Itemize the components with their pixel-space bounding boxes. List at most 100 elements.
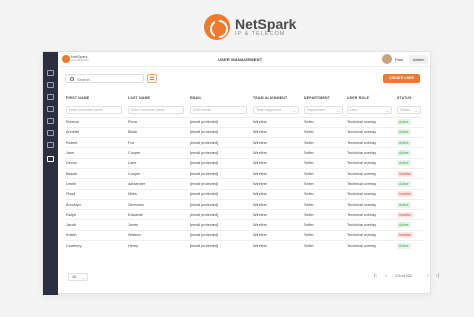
column-header[interactable]: STATUS — [396, 93, 423, 103]
table-cell: [email protected] — [189, 126, 252, 138]
status-cell: Active — [396, 219, 423, 231]
table-cell: Technical overlay — [346, 198, 396, 210]
table-cell: Wireline — [252, 178, 303, 190]
chevron-down-icon: ⌄ — [81, 275, 85, 280]
table-cell: Pena — [127, 116, 189, 128]
chart-icon[interactable] — [47, 94, 54, 100]
table-cell: Technical overlay — [346, 178, 396, 190]
table-cell: Robert — [65, 137, 127, 148]
table-row[interactable]: Jane Cooper [email protected] Wireline Selle… — [65, 147, 423, 159]
status-badge: Inactive — [397, 191, 414, 198]
table-cell: Seller — [303, 198, 346, 210]
status-badge: Active — [397, 129, 411, 136]
status-badge: Active — [397, 242, 411, 249]
chevron-down-icon: ⌄ — [292, 107, 296, 113]
column-header[interactable]: LAST NAME — [127, 93, 189, 103]
prev-page-icon[interactable]: ‹ — [385, 273, 387, 279]
status-cell: Active — [396, 157, 423, 169]
users-icon[interactable] — [47, 156, 54, 162]
table-cell: Courtney — [65, 240, 127, 251]
chevron-down-icon: ⌄ — [414, 107, 418, 113]
table-cell: Fox — [127, 137, 189, 148]
netspark-logo-icon — [204, 14, 230, 40]
filter-button[interactable] — [147, 74, 157, 83]
table-row[interactable]: Brooklyn Simmons [email protected] Wireline… — [65, 198, 423, 210]
table-cell: Jane — [65, 147, 127, 159]
table-row[interactable]: Courtney Henry [email protected] Wireline Se… — [65, 240, 423, 251]
filter-input[interactable]: Enter email — [190, 105, 248, 114]
table-cell: Black — [127, 126, 189, 138]
table-row[interactable]: Eleanor Pena [email protected] Wireline Sell… — [65, 116, 423, 128]
table-row[interactable]: Annette Black [email protected] Wireline Sel… — [65, 126, 423, 138]
table-cell: [email protected] — [189, 147, 252, 159]
table-cell: Seller — [303, 157, 346, 169]
last-page-icon[interactable]: ›| — [436, 273, 439, 279]
status-cell: Active — [396, 126, 423, 138]
status-cell: Inactive — [396, 167, 423, 179]
search-box — [65, 74, 144, 83]
table-cell: Bessie — [65, 167, 127, 179]
table-row[interactable]: Jacob Jones [email protected] Wireline Selle… — [65, 219, 423, 231]
status-cell: Active — [396, 116, 423, 128]
table-cell: Edwards — [127, 209, 189, 220]
table-cell: Alexander — [127, 178, 189, 190]
search-icon — [70, 77, 74, 81]
column-header[interactable]: EMAIL — [189, 93, 252, 103]
table-cell: [email protected] — [189, 188, 252, 200]
table-cell: [email protected] — [189, 240, 252, 251]
status-cell: Active — [396, 178, 423, 190]
table-row[interactable]: Leslie Alexander [email protected] Wireline… — [65, 178, 423, 190]
avatar[interactable] — [382, 54, 392, 64]
filter-placeholder: Enter customer name — [131, 107, 165, 112]
table-cell: Eleanor — [65, 116, 127, 128]
table-cell: [email protected] — [189, 167, 252, 179]
calendar-icon[interactable] — [47, 106, 54, 112]
table-cell: Watson — [127, 229, 189, 241]
column-header[interactable]: USER ROLE — [346, 93, 396, 103]
table-cell: [email protected] — [189, 219, 252, 231]
table-cell: Leslie — [65, 178, 127, 190]
table-row[interactable]: Robert Fox [email protected] Wireline Seller… — [65, 137, 423, 148]
page-title: USER MANAGEMENT — [218, 57, 263, 62]
next-page-icon[interactable]: › — [427, 273, 429, 279]
table-cell: Wireline — [252, 188, 303, 200]
table-row[interactable]: Devon Lane [email protected] Wireline Seller… — [65, 157, 423, 169]
dashboard-icon[interactable] — [47, 82, 54, 88]
table-cell: Seller — [303, 147, 346, 159]
filter-input[interactable]: Enter customer name — [66, 105, 123, 114]
rows-per-page-select[interactable]: 10 ⌄ — [68, 273, 88, 281]
filter-select[interactable]: Department ⌄ — [304, 105, 343, 114]
status-cell: Inactive — [396, 188, 423, 200]
filter-input[interactable]: Enter customer name — [128, 105, 185, 114]
filter-select[interactable]: Team alignment ⌄ — [253, 105, 299, 114]
column-header[interactable]: FIRST NAME — [65, 93, 127, 103]
table-cell: Seller — [303, 126, 346, 138]
status-badge: Active — [397, 201, 411, 208]
table-row[interactable]: Floyd Miles [email protected] Wireline Selle… — [65, 188, 423, 200]
filter-select[interactable]: User ⌄ — [347, 105, 393, 114]
table-cell: [email protected] — [189, 209, 252, 220]
table-row[interactable]: Ralph Edwards [email protected] Wireline Sel… — [65, 209, 423, 220]
table-cell: Seller — [303, 188, 346, 200]
table-cell: Simmons — [127, 198, 189, 210]
list-icon[interactable] — [47, 142, 54, 148]
table-cell: Seller — [303, 209, 346, 220]
column-header[interactable]: TEAM ALIGNMENT — [252, 93, 303, 103]
create-user-button[interactable]: CREATE USER — [383, 74, 420, 83]
table-row[interactable]: Bessie Cooper [email protected] Wireline Sel… — [65, 167, 423, 179]
grid-icon[interactable] — [47, 70, 54, 76]
first-page-icon[interactable]: |‹ — [374, 273, 377, 279]
filter-placeholder: Enter customer name — [69, 107, 103, 112]
table-row[interactable]: Kristin Watson [email protected] Wireline Se… — [65, 229, 423, 241]
search-input[interactable] — [77, 76, 137, 82]
table-cell: Cooper — [127, 147, 189, 159]
status-badge: Inactive — [397, 170, 414, 177]
filter-placeholder: Department — [307, 107, 326, 112]
column-header[interactable]: DEPARTMENT — [303, 93, 346, 103]
table-cell: Seller — [303, 167, 346, 179]
layers-icon[interactable] — [47, 118, 54, 124]
table-cell: Technical overlay — [346, 167, 396, 179]
document-icon[interactable] — [47, 130, 54, 136]
table-cell: Technical overlay — [346, 219, 396, 231]
filter-select[interactable]: Status ⌄ — [397, 105, 421, 114]
